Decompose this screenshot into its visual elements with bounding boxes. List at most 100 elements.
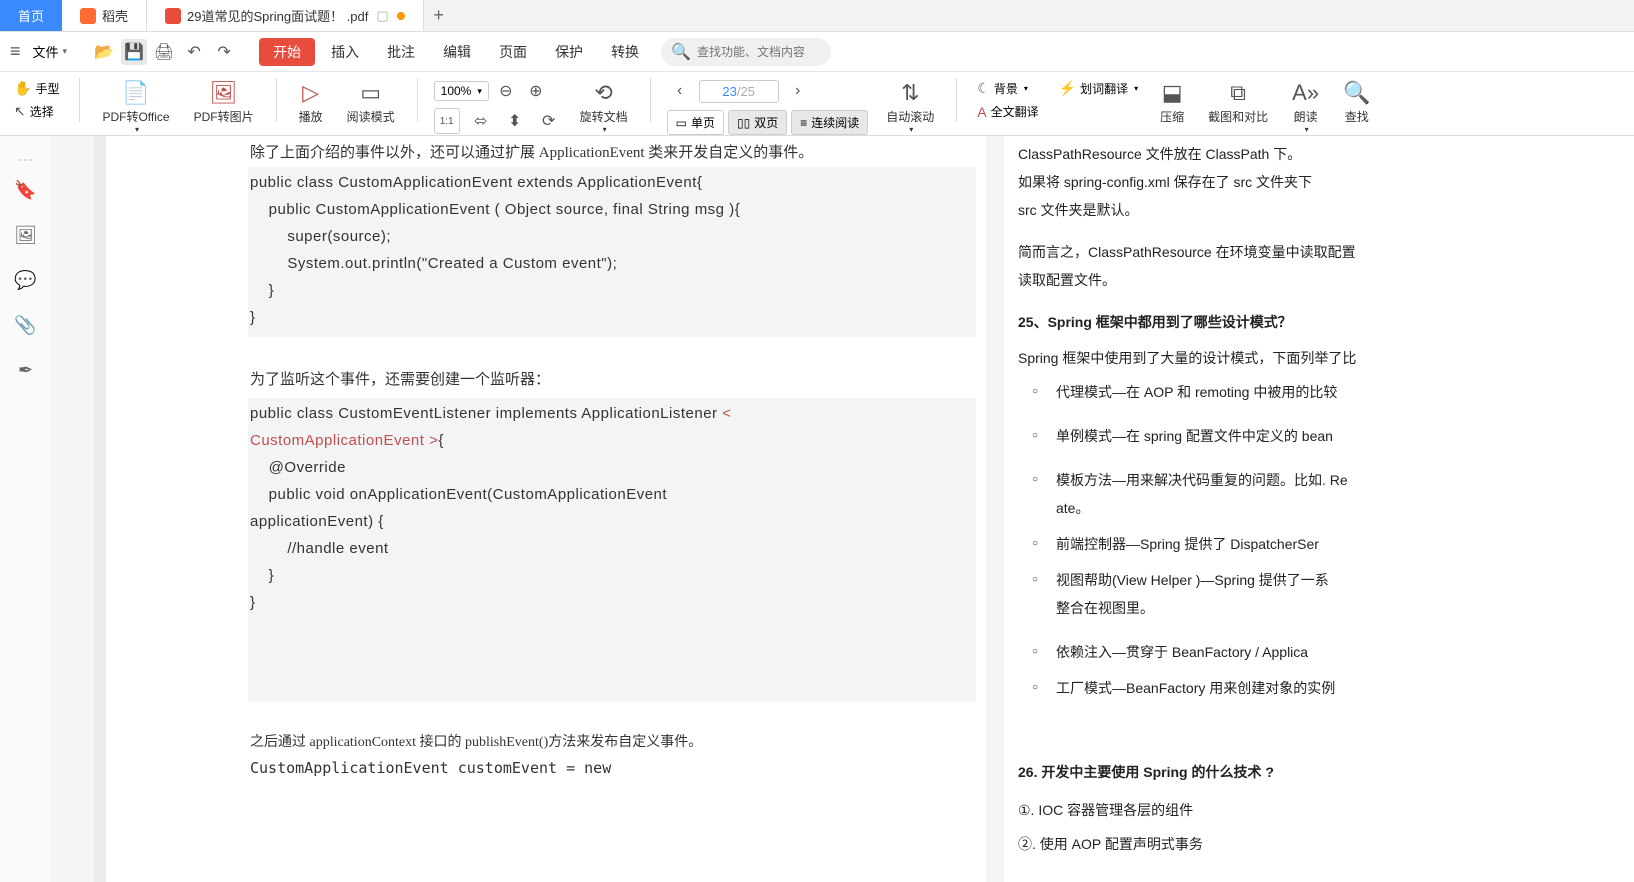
drag-handle-icon[interactable]: ⋯ xyxy=(11,150,41,156)
doc-text: 除了上面介绍的事件以外，还可以通过扩展 ApplicationEvent 类来开… xyxy=(248,140,976,167)
moon-icon: ☾ xyxy=(977,80,990,97)
tab-document[interactable]: 29道常见的Spring面试题！ .pdf ▢ xyxy=(147,0,424,31)
zoom-out-icon[interactable]: ⊖ xyxy=(493,78,519,104)
compress-icon: ⬓ xyxy=(1162,80,1183,106)
doc-convert-icon: 📄 xyxy=(122,80,149,106)
menu-page[interactable]: 页面 xyxy=(487,36,539,68)
zoom-select[interactable]: 100%▾ xyxy=(434,81,489,101)
thumbnail-icon[interactable]: 🖼 xyxy=(14,225,37,246)
dict-icon: A xyxy=(977,104,986,120)
dict-translate[interactable]: A全文翻译 xyxy=(973,101,1042,122)
new-tab-button[interactable]: + xyxy=(424,5,454,26)
attachment-icon[interactable]: 📎 xyxy=(14,315,36,336)
doc-text: 读取配置文件。 xyxy=(1018,266,1634,294)
file-menu[interactable]: 文件 xyxy=(25,38,76,65)
undo-icon[interactable]: ↶ xyxy=(181,39,207,65)
doc-text: ②. 使用 AOP 配置声明式事务 xyxy=(1018,830,1634,858)
word-translate[interactable]: ⚡划词翻译▾ xyxy=(1055,78,1142,99)
doc-text: src 文件夹是默认。 xyxy=(1018,196,1634,224)
single-page[interactable]: ▭单页 xyxy=(667,110,724,135)
document-viewport[interactable]: 除了上面介绍的事件以外，还可以通过扩展 ApplicationEvent 类来开… xyxy=(52,136,1634,882)
fit-actual-icon[interactable]: 1:1 xyxy=(434,108,460,134)
continuous-icon: ≡ xyxy=(800,116,807,130)
select-tool[interactable]: ↖选择 xyxy=(10,101,63,122)
tab-unsaved-dot xyxy=(397,12,405,20)
play-button[interactable]: ▷播放 xyxy=(293,78,329,127)
doc-text: 简而言之，ClassPathResource 在环境变量中读取配置 xyxy=(1018,238,1634,266)
tab-bar: 首页 稻壳 29道常见的Spring面试题！ .pdf ▢ + xyxy=(0,0,1634,32)
save-icon[interactable]: 💾 xyxy=(121,39,147,65)
heading-q26: 26. 开发中主要使用 Spring 的什么技术 ? xyxy=(1018,758,1634,786)
fit-page-icon[interactable]: ⬍ xyxy=(502,108,528,134)
bookmark-icon[interactable]: 🔖 xyxy=(14,180,36,201)
redo-icon[interactable]: ↷ xyxy=(211,39,237,65)
background-btn[interactable]: ☾背景▾ xyxy=(973,78,1042,99)
search-box[interactable]: 🔍 xyxy=(661,38,831,66)
code-block-2: public class CustomEventListener impleme… xyxy=(248,398,976,702)
menu-insert[interactable]: 插入 xyxy=(319,36,371,68)
rotate-icon: ⟲ xyxy=(594,80,612,106)
fit-window-icon[interactable]: ⟳ xyxy=(536,108,562,134)
doc-text: ClassPathResource 文件放在 ClassPath 下。 xyxy=(1018,140,1634,168)
tab-home[interactable]: 首页 xyxy=(0,0,62,31)
page-input[interactable]: 23/25 xyxy=(699,80,779,103)
single-page-icon: ▭ xyxy=(676,116,687,130)
code-block-1: public class CustomApplicationEvent exte… xyxy=(248,167,976,337)
list-item: 前端控制器—Spring 提供了 DispatcherSer xyxy=(1056,530,1634,558)
doc-text: 之后通过 applicationContext 接口的 publishEvent… xyxy=(248,730,976,755)
search-input[interactable] xyxy=(697,45,852,59)
screenshot-icon: ⧉ xyxy=(1230,80,1246,106)
signature-icon[interactable]: ✒ xyxy=(18,360,33,381)
translate-icon: ⚡ xyxy=(1059,80,1076,97)
print-icon[interactable]: 🖨 xyxy=(151,39,177,65)
doc-text: ①. IOC 容器管理各层的组件 xyxy=(1018,796,1634,824)
screenshot-btn[interactable]: ⧉截图和对比 xyxy=(1202,78,1274,127)
double-page[interactable]: ▯▯双页 xyxy=(728,110,787,135)
magnifier-icon: 🔍 xyxy=(1343,80,1370,106)
continuous-read[interactable]: ≡连续阅读 xyxy=(791,110,868,135)
rotate-doc[interactable]: ⟲旋转文档 xyxy=(574,78,634,136)
menu-protect[interactable]: 保护 xyxy=(543,36,595,68)
ribbon: ✋手型 ↖选择 📄PDF转Office 🖼PDF转图片 ▷播放 ▭阅读模式 10… xyxy=(0,72,1634,136)
zoom-in-icon[interactable]: ⊕ xyxy=(523,78,549,104)
menu-start[interactable]: 开始 xyxy=(259,38,315,66)
doc-text: 如果将 spring-config.xml 保存在了 src 文件夹下 xyxy=(1018,168,1634,196)
auto-scroll[interactable]: ⇅自动滚动 xyxy=(880,78,940,136)
heading-q25: 25、Spring 框架中都用到了哪些设计模式？ xyxy=(1018,308,1634,336)
hand-tool[interactable]: ✋手型 xyxy=(10,78,63,99)
next-page-icon[interactable]: › xyxy=(785,78,811,104)
comment-icon[interactable]: 💬 xyxy=(14,270,36,291)
read-aloud[interactable]: A»朗读 xyxy=(1286,78,1325,136)
fit-width-icon[interactable]: ⬄ xyxy=(468,108,494,134)
menu-annotate[interactable]: 批注 xyxy=(375,36,427,68)
tab-shell-label: 稻壳 xyxy=(102,6,128,25)
speaker-icon: A» xyxy=(1292,80,1319,106)
tab-shell[interactable]: 稻壳 xyxy=(62,0,147,31)
tab-document-label: 29道常见的Spring面试题！ .pdf xyxy=(187,6,368,25)
pdf-to-office[interactable]: 📄PDF转Office xyxy=(96,78,175,136)
doc-text: 为了监听这个事件，还需要创建一个监听器： xyxy=(248,367,976,394)
list-item: 依赖注入—贯穿于 BeanFactory / Applica xyxy=(1056,638,1634,666)
doc-text: CustomApplicationEvent customEvent = new xyxy=(248,755,976,782)
shell-icon xyxy=(80,8,96,24)
list-item: 模板方法—用来解决代码重复的问题。比如. Reate。 xyxy=(1056,466,1634,522)
list-item: 代理模式—在 AOP 和 remoting 中被用的比较 xyxy=(1056,378,1634,406)
hamburger-icon[interactable]: ≡ xyxy=(10,41,21,62)
list-item: 视图帮助(View Helper )—Spring 提供了一系整合在视图里。 xyxy=(1056,566,1634,622)
read-mode[interactable]: ▭阅读模式 xyxy=(341,78,401,127)
prev-page-icon[interactable]: ‹ xyxy=(667,78,693,104)
pattern-list: 代理模式—在 AOP 和 remoting 中被用的比较 单例模式—在 spri… xyxy=(1018,378,1634,702)
menu-edit[interactable]: 编辑 xyxy=(431,36,483,68)
menu-convert[interactable]: 转换 xyxy=(599,36,651,68)
pdf-icon xyxy=(165,8,181,24)
image-convert-icon: 🖼 xyxy=(210,80,238,106)
pdf-to-image[interactable]: 🖼PDF转图片 xyxy=(188,78,260,127)
open-icon[interactable]: 📂 xyxy=(91,39,117,65)
autoscroll-icon: ⇅ xyxy=(901,80,919,106)
search-icon: 🔍 xyxy=(671,42,691,62)
page-left: 除了上面介绍的事件以外，还可以通过扩展 ApplicationEvent 类来开… xyxy=(106,136,986,882)
cursor-icon: ↖ xyxy=(14,103,26,120)
compress-btn[interactable]: ⬓压缩 xyxy=(1154,78,1190,127)
find-btn[interactable]: 🔍查找 xyxy=(1337,78,1376,127)
double-page-icon: ▯▯ xyxy=(737,116,750,130)
